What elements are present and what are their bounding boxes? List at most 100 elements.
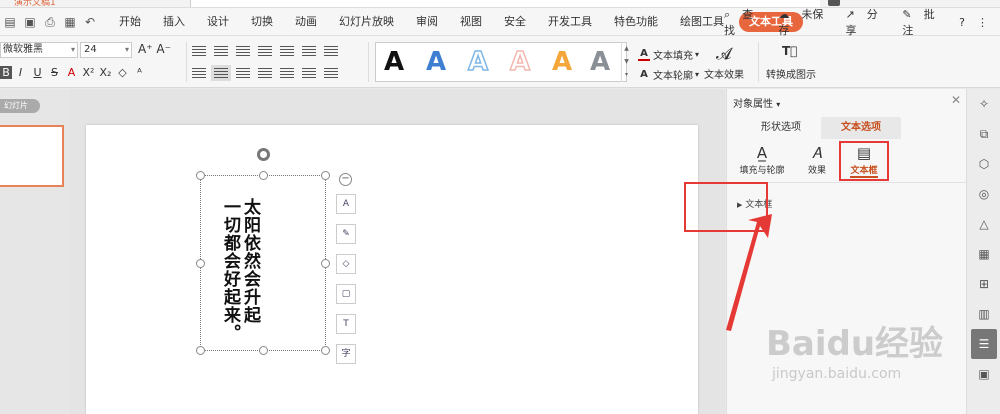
menu-design[interactable]: 设计	[196, 12, 240, 32]
menu-features[interactable]: 特色功能	[603, 12, 669, 32]
phonetic-icon[interactable]: ᴬ	[131, 66, 148, 79]
menu-review[interactable]: 审阅	[405, 12, 449, 32]
subtab-effect[interactable]: 𝐴 效果	[797, 143, 837, 176]
underline-icon[interactable]: U	[29, 66, 46, 79]
align-center-icon[interactable]	[211, 65, 231, 81]
menu-transition[interactable]: 切换	[240, 12, 284, 32]
font-size-select[interactable]: 24 ▾	[80, 42, 132, 58]
bullet-list-icon[interactable]	[192, 46, 206, 56]
menu-slideshow[interactable]: 幻灯片放映	[328, 12, 405, 32]
slides-tab[interactable]: 幻灯片	[0, 99, 40, 113]
slide[interactable]: 一切都会好起来。 太阳依然会升起 − A ✎ ◇ ▢ T 字	[86, 125, 698, 414]
font-tool[interactable]: 字	[336, 344, 356, 364]
document-name[interactable]: 演示文稿1	[14, 0, 56, 7]
gallery-expand-icon[interactable]: ▾	[622, 68, 631, 81]
convert-diagram-button[interactable]: 转换成图示	[766, 66, 816, 81]
unsaved-button[interactable]: ☁ 未保存	[778, 6, 833, 38]
menu-developer[interactable]: 开发工具	[537, 12, 603, 32]
outline-tool[interactable]: ✎	[336, 224, 356, 244]
grid-icon[interactable]: ⊞	[967, 269, 1000, 299]
resize-handle[interactable]	[259, 171, 268, 180]
search-button[interactable]: ⌕ 查找	[724, 6, 766, 38]
resize-handle[interactable]	[321, 346, 330, 355]
decrease-indent-icon[interactable]	[236, 46, 250, 56]
undo-icon[interactable]: ↶	[80, 15, 100, 29]
text-style-sample[interactable]: A	[509, 46, 531, 78]
subscript-icon[interactable]: X₂	[97, 66, 114, 79]
text-style-sample[interactable]: A	[426, 47, 446, 77]
resize-handle[interactable]	[196, 346, 205, 355]
menu-view[interactable]: 视图	[449, 12, 493, 32]
font-name-select[interactable]: 微软雅黑 ▾	[0, 42, 78, 58]
resize-handle[interactable]	[259, 346, 268, 355]
fill-tool[interactable]: ◇	[336, 254, 356, 274]
help-button[interactable]: ?	[959, 16, 965, 29]
vertical-align-icon[interactable]	[302, 68, 316, 78]
properties-icon[interactable]: ☰	[971, 329, 997, 359]
bold-icon[interactable]: B	[0, 65, 12, 79]
columns-icon[interactable]	[280, 46, 294, 56]
table-icon[interactable]: ▦	[967, 239, 1000, 269]
menu-insert[interactable]: 插入	[152, 12, 196, 32]
italic-icon[interactable]: I	[12, 66, 29, 79]
image-icon[interactable]: ▣	[967, 359, 1000, 389]
tab-shape-options[interactable]: 形状选项	[741, 117, 821, 139]
pin-icon[interactable]: ✧	[967, 89, 1000, 119]
resize-handle[interactable]	[321, 259, 330, 268]
distribute-icon[interactable]	[280, 68, 294, 78]
textbox-tool[interactable]: T	[336, 314, 356, 334]
increase-indent-icon[interactable]	[258, 46, 272, 56]
menu-home[interactable]: 开始	[108, 12, 152, 32]
text-fill-button[interactable]: A 文本填充 ▾	[638, 44, 699, 64]
chevron-up-icon[interactable]: ▲	[622, 42, 631, 55]
preview-icon[interactable]: ▦	[60, 15, 80, 29]
save-icon[interactable]: ▣	[20, 15, 40, 29]
slide-thumbnail[interactable]	[0, 125, 64, 187]
align-left-icon[interactable]	[192, 68, 206, 78]
text-style-tool[interactable]: A	[336, 194, 356, 214]
text-effect-button[interactable]: 文本效果	[704, 66, 744, 81]
text-align-more-icon[interactable]	[324, 68, 338, 78]
text-style-sample[interactable]: A	[590, 47, 610, 77]
justify-icon[interactable]	[258, 68, 272, 78]
superscript-icon[interactable]: X²	[80, 66, 97, 79]
gallery-scroll[interactable]: ▲ ▼ ▾	[621, 42, 631, 82]
text-style-sample[interactable]: A	[384, 47, 404, 77]
line-spacing-icon[interactable]	[302, 46, 316, 56]
font-color-icon[interactable]: A	[63, 66, 80, 79]
strikethrough-icon[interactable]: S	[46, 66, 63, 79]
print-icon[interactable]: ⎙	[40, 15, 60, 30]
resize-handle[interactable]	[196, 171, 205, 180]
text-outline-button[interactable]: A 文本轮廓 ▾	[638, 64, 699, 84]
text-effect-icon[interactable]: 𝓐	[716, 44, 731, 64]
align-right-icon[interactable]	[236, 68, 250, 78]
comment-button[interactable]: ✎ 批注	[902, 6, 947, 38]
text-style-sample[interactable]: A	[467, 46, 489, 78]
vertical-text-box[interactable]: 一切都会好起来。 太阳依然会升起	[196, 148, 330, 355]
eraser-icon[interactable]: ◇	[114, 66, 131, 79]
subtab-fill-outline[interactable]: A̲ 填充与轮廓	[737, 143, 787, 176]
numbered-list-icon[interactable]	[214, 46, 228, 56]
font-grow-icon[interactable]: A⁺ A⁻	[138, 42, 171, 56]
text-direction-icon[interactable]	[324, 46, 338, 56]
resize-handle[interactable]	[321, 171, 330, 180]
chart-icon[interactable]: ▥	[967, 299, 1000, 329]
text-style-sample[interactable]: A	[552, 47, 572, 77]
resize-handle[interactable]	[196, 259, 205, 268]
location-icon[interactable]: ◎	[967, 179, 1000, 209]
border-tool[interactable]: ▢	[336, 284, 356, 304]
close-icon[interactable]: ✕	[951, 93, 961, 107]
shape-icon[interactable]: ⬡	[967, 149, 1000, 179]
chevron-down-icon[interactable]: ▼	[622, 55, 631, 68]
copy-icon[interactable]: ⧉	[967, 119, 1000, 149]
menu-security[interactable]: 安全	[493, 12, 537, 32]
panel-title[interactable]: 对象属性 ▾	[733, 95, 780, 110]
menu-animation[interactable]: 动画	[284, 12, 328, 32]
triangle-icon[interactable]: △	[967, 209, 1000, 239]
tab-text-options[interactable]: 文本选项	[821, 117, 901, 139]
more-icon[interactable]: ⋮	[977, 16, 988, 29]
convert-diagram-icon[interactable]: T⃞	[782, 44, 800, 60]
file-icon[interactable]: ▤	[0, 15, 20, 29]
collapse-icon[interactable]: −	[339, 173, 352, 186]
rotate-handle[interactable]	[257, 148, 270, 161]
